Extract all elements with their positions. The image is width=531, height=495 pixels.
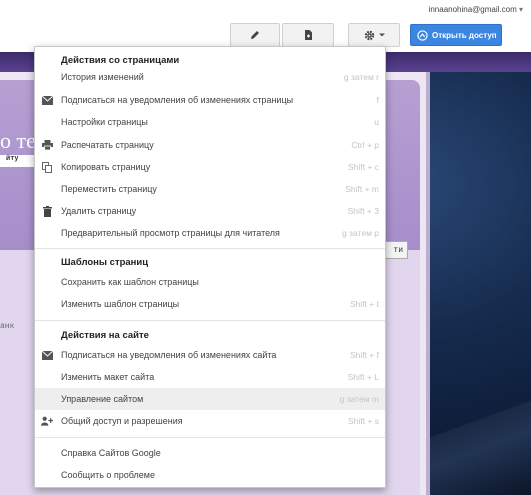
- menu-item-subscribe-site[interactable]: Подписаться на уведомления об изменениях…: [35, 344, 385, 366]
- menu-item-label: Удалить страницу: [61, 206, 137, 216]
- account-email[interactable]: innaanohina@gmail.com ▾: [429, 5, 523, 14]
- pencil-icon: [251, 31, 259, 39]
- copy-icon: [41, 161, 53, 173]
- menu-item-page-settings[interactable]: Настройки страницы u: [35, 111, 385, 133]
- menu-divider: [35, 248, 385, 249]
- chevron-down-icon: [379, 33, 385, 37]
- menu-item-manage-site[interactable]: Управление сайтом g затем m: [35, 388, 385, 410]
- menu-item-label: Настройки страницы: [61, 117, 148, 127]
- menu-item-label: Общий доступ и разрешения: [61, 416, 183, 426]
- menu-item-label: Подписаться на уведомления об изменениях…: [61, 350, 277, 360]
- more-actions-menu: Действия со страницами История изменений…: [34, 46, 386, 488]
- page-title-fragment: о те: [0, 128, 36, 153]
- menu-item-label: Распечатать страницу: [61, 140, 154, 150]
- add-person-icon: [41, 415, 53, 427]
- menu-item-shortcut: Shift + f: [349, 350, 379, 360]
- edit-page-button[interactable]: [230, 23, 280, 47]
- menu-item-print-page[interactable]: Распечатать страницу Ctrl + p: [35, 134, 385, 156]
- page-body-fragment: анк: [0, 322, 15, 331]
- share-button[interactable]: Открыть доступ: [410, 24, 502, 46]
- menu-item-sharing-permissions[interactable]: Общий доступ и разрешения Shift + s: [35, 410, 385, 432]
- menu-item-label: Копировать страницу: [61, 162, 151, 172]
- menu-item-label: История изменений: [61, 72, 144, 82]
- menu-divider: [35, 437, 385, 438]
- printer-icon: [41, 139, 53, 151]
- menu-item-move-page[interactable]: Переместить страницу Shift + m: [35, 178, 385, 200]
- menu-item-google-sites-help[interactable]: Справка Сайтов Google: [35, 442, 385, 464]
- menu-item-label: Подписаться на уведомления об изменениях…: [61, 95, 294, 105]
- menu-item-label: Предварительный просмотр страницы для чи…: [61, 228, 280, 238]
- menu-item-shortcut: Shift + t: [349, 299, 379, 309]
- menu-item-shortcut: g затем m: [339, 394, 379, 404]
- menu-item-shortcut: g затем p: [342, 228, 379, 238]
- trash-icon: [41, 205, 53, 217]
- menu-item-shortcut: Shift + 3: [347, 206, 379, 216]
- menu-divider: [35, 320, 385, 321]
- new-page-icon: [305, 30, 312, 40]
- gear-icon: [364, 30, 375, 40]
- menu-item-shortcut: g затем r: [343, 72, 379, 82]
- section-title-page-actions: Действия со страницами: [61, 55, 180, 66]
- menu-item-label: Справка Сайтов Google: [61, 448, 161, 458]
- menu-item-label: Управление сайтом: [61, 394, 144, 404]
- section-title-page-templates: Шаблоны страниц: [61, 257, 149, 268]
- menu-item-label: Сообщить о проблеме: [61, 470, 155, 480]
- menu-item-subscribe-page[interactable]: Подписаться на уведомления об изменениях…: [35, 89, 385, 111]
- envelope-icon: [41, 94, 53, 106]
- menu-item-report-problem[interactable]: Сообщить о проблеме: [35, 464, 385, 486]
- menu-item-label: Переместить страницу: [61, 184, 157, 194]
- menu-item-shortcut: u: [374, 117, 379, 127]
- envelope-icon: [41, 349, 53, 361]
- menu-item-shortcut: Ctrl + p: [351, 140, 379, 150]
- share-globe-icon: [417, 29, 428, 41]
- top-toolbar: innaanohina@gmail.com ▾ Открыть доступ: [0, 0, 531, 52]
- more-actions-button[interactable]: [348, 23, 400, 47]
- email-text: innaanohina@gmail.com: [428, 5, 517, 14]
- section-title-site-actions: Действия на сайте: [61, 330, 149, 341]
- menu-item-save-as-template[interactable]: Сохранить как шаблон страницы: [35, 271, 385, 293]
- page-subtitle-fragment[interactable]: йту: [0, 155, 36, 167]
- menu-item-delete-page[interactable]: Удалить страницу Shift + 3: [35, 200, 385, 222]
- menu-item-shortcut: Shift + m: [345, 184, 379, 194]
- menu-item-edit-site-layout[interactable]: Изменить макет сайта Shift + L: [35, 366, 385, 388]
- menu-item-label: Изменить макет сайта: [61, 372, 155, 382]
- account-chevron-icon: ▾: [518, 5, 523, 14]
- menu-item-preview-page[interactable]: Предварительный просмотр страницы для чи…: [35, 222, 385, 244]
- menu-item-revision-history[interactable]: История изменений g затем r: [35, 66, 385, 88]
- menu-item-label: Изменить шаблон страницы: [61, 299, 180, 309]
- menu-item-shortcut: Shift + c: [348, 162, 379, 172]
- menu-item-label: Сохранить как шаблон страницы: [61, 277, 199, 287]
- menu-item-shortcut: Shift + L: [347, 372, 379, 382]
- menu-item-copy-page[interactable]: Копировать страницу Shift + c: [35, 156, 385, 178]
- new-page-button[interactable]: [282, 23, 334, 47]
- menu-item-change-template[interactable]: Изменить шаблон страницы Shift + t: [35, 293, 385, 315]
- menu-item-shortcut: Shift + s: [348, 416, 379, 426]
- share-button-label: Открыть доступ: [432, 30, 497, 40]
- menu-item-shortcut: f: [376, 95, 379, 105]
